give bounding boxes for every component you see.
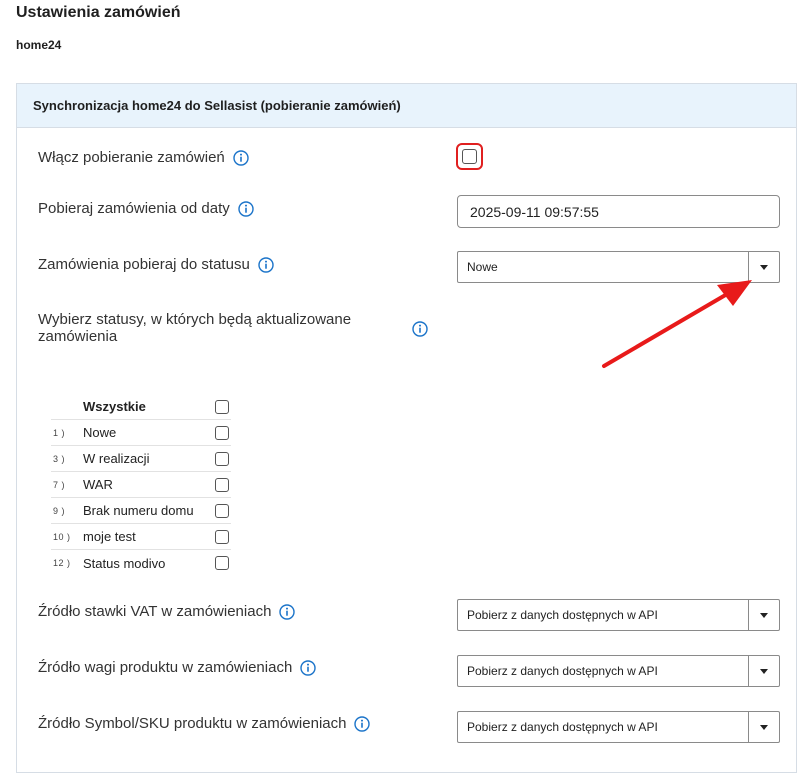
red-arrow-annotation [602, 280, 752, 368]
weight-source-value: Pobierz z danych dostępnych w API [467, 664, 658, 678]
status-checkbox[interactable] [215, 556, 229, 570]
weight-source-select[interactable]: Pobierz z danych dostępnych w API [457, 655, 780, 687]
status-checkbox[interactable] [215, 425, 229, 440]
info-icon[interactable] [258, 256, 274, 273]
info-icon[interactable] [412, 321, 428, 337]
status-checkbox[interactable] [215, 503, 229, 518]
weight-source-toggle[interactable] [748, 656, 779, 686]
sku-source-select[interactable]: Pobierz z danych dostępnych w API [457, 711, 780, 743]
status-row: 7 ) WAR [51, 472, 231, 498]
select-all-checkbox[interactable] [215, 399, 229, 414]
status-row: 3 ) W realizacji [51, 446, 231, 472]
weight-source-label: Źródło wagi produktu w zamówieniach [38, 659, 316, 676]
page-subtitle: home24 [16, 38, 62, 52]
update-statuses-label: Wybierz statusy, w których będą aktualiz… [38, 311, 352, 345]
sku-source-toggle[interactable] [748, 712, 779, 742]
status-checklist: Wszystkie 1 ) Nowe 3 ) W realizacji 7 ) … [51, 394, 231, 576]
status-select-value: Nowe [467, 260, 498, 274]
page-title: Ustawienia zamówień [16, 4, 181, 21]
enable-orders-label: Włącz pobieranie zamówień [38, 149, 249, 166]
vat-source-select[interactable]: Pobierz z danych dostępnych w API [457, 599, 780, 631]
date-input[interactable]: 2025-09-11 09:57:55 [457, 195, 780, 228]
date-label: Pobieraj zamówienia od daty [38, 200, 254, 217]
vat-source-toggle[interactable] [748, 600, 779, 630]
caret-down-icon [760, 724, 768, 730]
info-icon[interactable] [233, 149, 249, 166]
caret-down-icon [760, 264, 768, 270]
status-checkbox[interactable] [215, 451, 229, 466]
status-label: Zamówienia pobieraj do statusu [38, 256, 274, 273]
status-row: 9 ) Brak numeru domu [51, 498, 231, 524]
status-row: 1 ) Nowe [51, 420, 231, 446]
status-checkbox[interactable] [215, 477, 229, 492]
panel-header: Synchronizacja home24 do Sellasist (pobi… [17, 84, 796, 128]
info-icon[interactable] [279, 603, 296, 620]
status-row: 10 ) moje test [51, 524, 231, 550]
vat-source-value: Pobierz z danych dostępnych w API [467, 608, 658, 622]
sku-source-label: Źródło Symbol/SKU produktu w zamówieniac… [38, 715, 371, 732]
caret-down-icon [760, 612, 768, 618]
info-icon[interactable] [300, 659, 316, 676]
info-icon[interactable] [354, 715, 371, 732]
vat-source-label: Źródło stawki VAT w zamówieniach [38, 603, 296, 620]
status-checkbox[interactable] [215, 529, 229, 544]
status-row: 12 ) Status modivo [51, 550, 231, 576]
sku-source-value: Pobierz z danych dostępnych w API [467, 720, 658, 734]
enable-orders-checkbox[interactable] [456, 143, 483, 170]
info-icon[interactable] [238, 200, 254, 217]
status-row-all: Wszystkie [51, 394, 231, 420]
caret-down-icon [760, 668, 768, 674]
